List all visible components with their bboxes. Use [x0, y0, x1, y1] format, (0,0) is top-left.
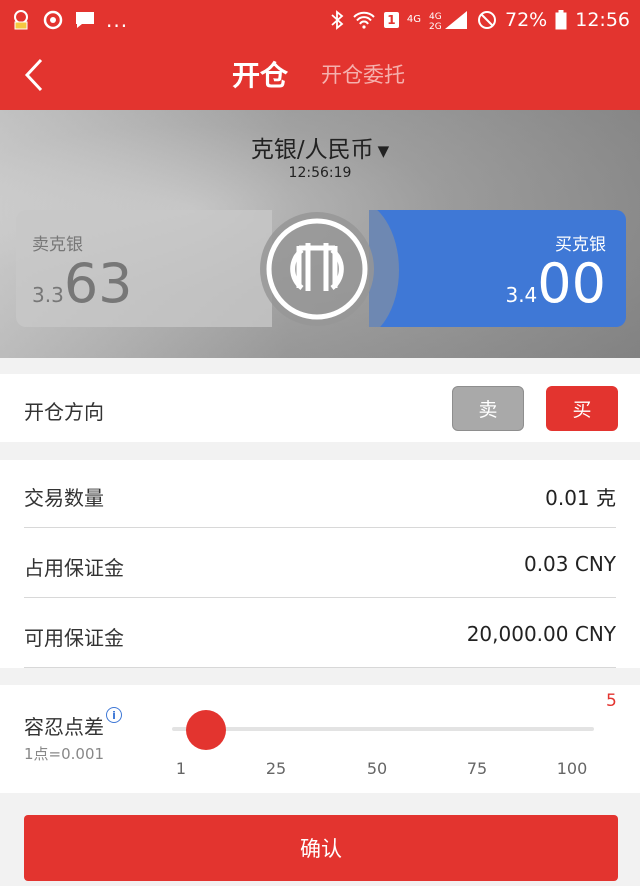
buy-price-card[interactable]: 买克银 3.400 — [369, 210, 626, 327]
symbol-name: 克银/人民币 — [250, 137, 374, 163]
sim-badge: 1 — [383, 12, 399, 28]
network-type-label: 4G — [406, 14, 421, 25]
buy-direction-button[interactable]: 买 — [546, 386, 618, 431]
notification-app-icon — [10, 9, 32, 31]
weibo-icon — [42, 9, 64, 31]
message-icon — [74, 10, 96, 30]
signal-icon: 4G 2G — [429, 10, 469, 30]
slider-tick: 25 — [265, 759, 287, 778]
slider-tick: 75 — [466, 759, 488, 778]
divider — [24, 667, 616, 668]
quote-panel: 克银/人民币 ▼ 12:56:19 卖克银 3.363 买克银 3.400 — [0, 110, 640, 358]
tolerance-label: 容忍点差 — [24, 715, 104, 739]
tab-open-position[interactable]: 开仓 — [232, 54, 288, 94]
tolerance-slider-thumb[interactable] — [186, 710, 226, 750]
tolerance-section: 容忍点差 i 1点=0.001 5 1 25 50 75 100 — [0, 685, 640, 793]
margin-available-value: 20,000.00 CNY — [466, 622, 616, 646]
wifi-icon — [352, 11, 376, 29]
margin-used-label: 占用保证金 — [24, 556, 124, 580]
clock: 12:56 — [575, 9, 630, 31]
divider — [24, 597, 616, 598]
slider-tick: 1 — [175, 759, 187, 778]
quote-time: 12:56:19 — [288, 165, 352, 181]
confirm-button[interactable]: 确认 — [24, 815, 618, 881]
bluetooth-icon — [330, 10, 344, 30]
status-bar: ... 1 4G 4G 2G 72% 12:56 — [0, 0, 640, 40]
slider-tick: 50 — [366, 759, 388, 778]
quantity-value[interactable]: 0.01 克 — [545, 482, 616, 511]
caret-down-icon: ▼ — [377, 141, 390, 160]
sell-price-card[interactable]: 卖克银 3.363 — [16, 210, 272, 327]
tolerance-label-wrap: 容忍点差 i — [24, 707, 122, 740]
tolerance-value: 5 — [606, 691, 617, 711]
tolerance-slider-track[interactable] — [172, 727, 594, 731]
buy-price: 3.400 — [505, 254, 606, 314]
chevron-left-icon — [24, 58, 43, 92]
back-button[interactable] — [14, 52, 54, 98]
margin-available-label: 可用保证金 — [24, 626, 124, 650]
margin-used-value: 0.03 CNY — [523, 552, 616, 576]
details-section: 交易数量 0.01 克 占用保证金 0.03 CNY 可用保证金 20,000.… — [0, 460, 640, 668]
quantity-label: 交易数量 — [24, 486, 104, 510]
buy-price-prefix: 3.4 — [505, 283, 538, 307]
battery-icon — [555, 10, 567, 30]
symbol-selector[interactable]: 克银/人民币 ▼ — [0, 130, 640, 164]
svg-text:2G: 2G — [429, 22, 442, 30]
slider-tick: 100 — [556, 759, 588, 778]
sell-price-prefix: 3.3 — [32, 283, 64, 307]
sell-direction-button[interactable]: 卖 — [452, 386, 524, 431]
direction-label: 开仓方向 — [24, 400, 104, 424]
tolerance-sub: 1点=0.001 — [24, 745, 105, 763]
tab-open-position-orders[interactable]: 开仓委托 — [321, 59, 405, 89]
citic-logo-icon — [260, 212, 374, 326]
buy-price-main: 00 — [537, 252, 606, 315]
do-not-disturb-icon — [477, 10, 497, 30]
direction-row: 开仓方向 卖 买 — [0, 374, 640, 442]
battery-percent: 72% — [505, 9, 548, 31]
info-icon[interactable]: i — [106, 707, 122, 723]
more-notifications-icon: ... — [106, 8, 129, 32]
sell-price: 3.363 — [32, 254, 133, 314]
divider — [24, 527, 616, 528]
header-bar: 开仓 开仓委托 — [0, 40, 640, 110]
sell-price-main: 63 — [63, 252, 133, 315]
svg-text:4G: 4G — [429, 12, 442, 22]
